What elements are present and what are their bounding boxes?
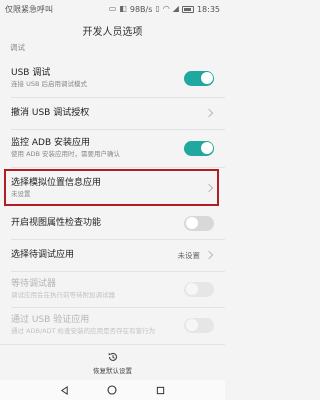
usb-debug-toggle[interactable] — [184, 70, 214, 86]
restore-icon — [108, 352, 117, 361]
status-bar: 仅限紧急呼叫 ▭ ◧ 98B/s ▯ ◠ ◢ 18:35 — [0, 0, 225, 18]
carrier-status: 仅限紧急呼叫 — [5, 4, 53, 14]
navigation-bar — [0, 380, 225, 400]
wait-for-debugger-row: 等待调试器 调试应用会在执行前等待附加调试器 — [0, 272, 225, 306]
row-title: 通过 USB 验证应用 — [11, 315, 90, 325]
row-title: 开启视图属性检查功能 — [11, 218, 102, 228]
home-circle-icon — [107, 385, 118, 395]
view-attribute-toggle[interactable] — [184, 215, 214, 231]
network-speed: 98B/s — [129, 4, 153, 14]
divider — [11, 167, 225, 168]
row-subtitle: 连接 USB 后启用调试模式 — [11, 80, 87, 88]
select-debug-app-row[interactable]: 选择待调试应用 未设置 — [0, 240, 225, 270]
row-value: 未设置 — [177, 250, 201, 260]
view-attribute-inspection-row[interactable]: 开启视图属性检查功能 — [0, 208, 225, 238]
monitor-adb-toggle[interactable] — [184, 140, 214, 156]
chevron-right-icon — [204, 250, 214, 260]
monitor-adb-install-row[interactable]: 监控 ADB 安装应用 使用 ADB 安装应用时，需要用户确认 — [0, 130, 225, 166]
verify-usb-toggle — [184, 317, 214, 333]
restore-defaults-label: 恢复默认设置 — [93, 366, 132, 375]
restore-defaults-button[interactable]: 恢复默认设置 — [0, 344, 225, 380]
screen: 仅限紧急呼叫 ▭ ◧ 98B/s ▯ ◠ ◢ 18:35 开发人员选项 调试 U… — [0, 0, 225, 400]
section-header: 调试 — [10, 43, 25, 52]
wifi-icon: ◠ — [162, 4, 170, 13]
battery-icon — [181, 5, 194, 13]
row-title: 监控 ADB 安装应用 — [11, 138, 90, 148]
highlight-box — [4, 169, 219, 206]
recents-square-icon — [157, 386, 165, 394]
revoke-usb-auth-row[interactable]: 撤消 USB 调试授权 — [0, 98, 225, 128]
status-icons: ▭ ◧ 98B/s ▯ ◠ ◢ 18:35 — [109, 5, 220, 14]
wait-debugger-toggle — [184, 281, 214, 297]
verify-apps-usb-row: 通过 USB 验证应用 通过 ADB/ADT 检查安装的应用是否存在有害行为 — [0, 308, 225, 342]
sim-icon: ◧ — [119, 4, 127, 13]
clock: 18:35 — [196, 4, 220, 14]
row-title: USB 调试 — [11, 68, 51, 78]
usb-debug-row[interactable]: USB 调试 连接 USB 后启用调试模式 — [0, 60, 225, 96]
signal-icon: ◢ — [172, 4, 179, 13]
row-subtitle: 调试应用会在执行前等待附加调试器 — [11, 291, 115, 299]
row-subtitle: 使用 ADB 安装应用时，需要用户确认 — [11, 150, 121, 158]
chevron-right-icon — [204, 108, 214, 118]
page-title: 开发人员选项 — [82, 26, 143, 38]
row-subtitle: 通过 ADB/ADT 检查安装的应用是否存在有害行为 — [11, 327, 156, 335]
home-button[interactable] — [107, 385, 118, 395]
recents-button[interactable] — [156, 385, 166, 395]
notification-icon: ▭ — [108, 4, 117, 13]
back-button[interactable] — [59, 385, 69, 395]
back-triangle-icon — [60, 385, 68, 395]
row-title: 等待调试器 — [11, 279, 57, 289]
vibrate-icon: ▯ — [155, 4, 160, 13]
row-title: 选择待调试应用 — [11, 250, 75, 260]
row-title: 撤消 USB 调试授权 — [11, 108, 90, 118]
